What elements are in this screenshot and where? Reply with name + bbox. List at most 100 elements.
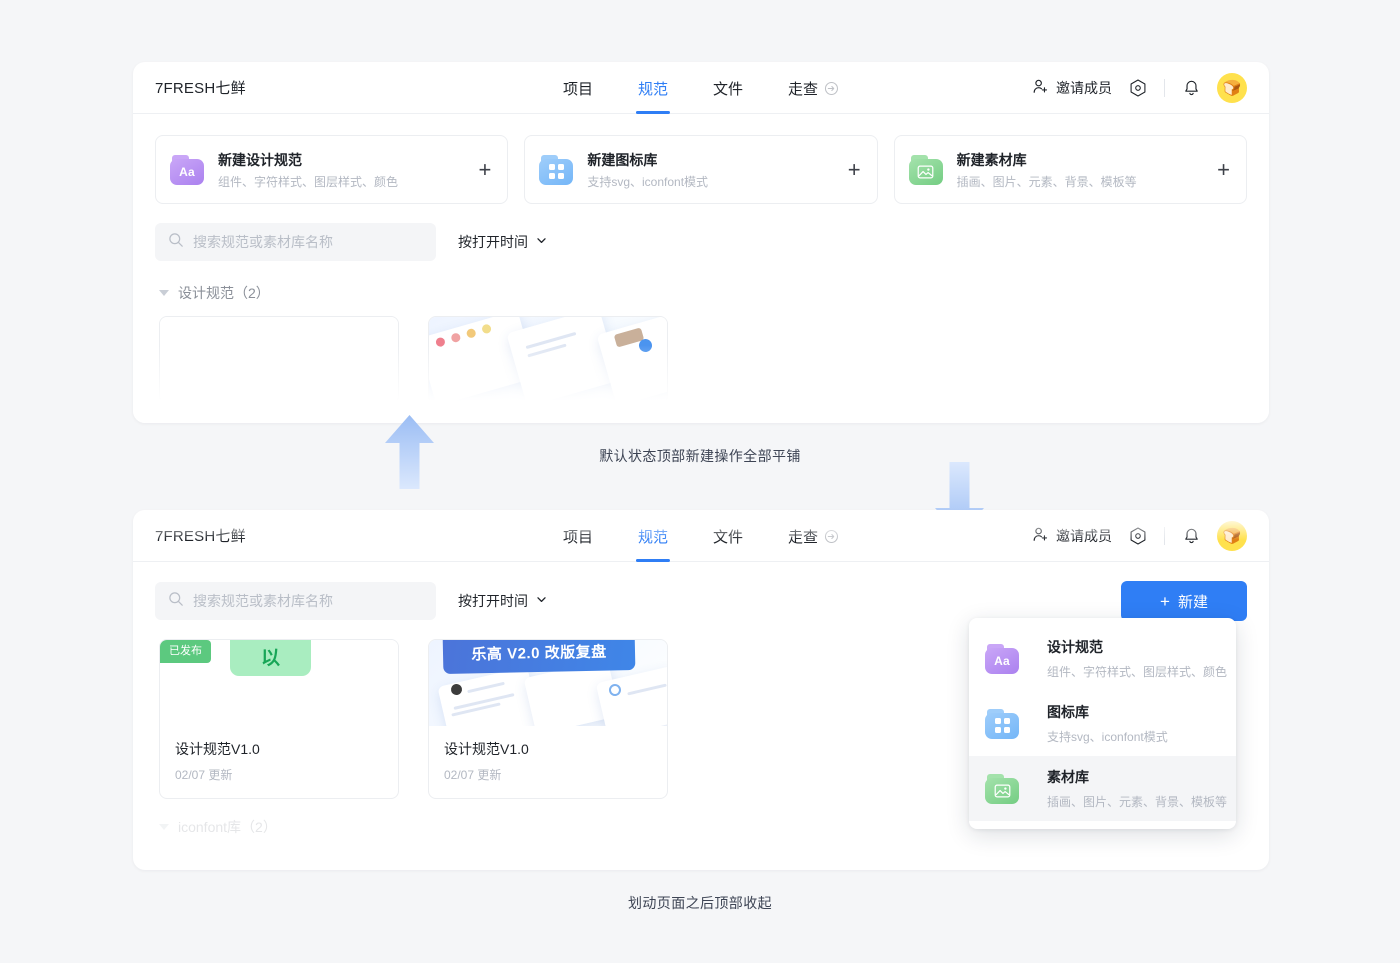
nav-label: 文件 xyxy=(713,80,744,98)
nav-item-specs[interactable]: 规范 xyxy=(638,62,668,114)
brand-title: 7FRESH七鲜 xyxy=(155,80,246,97)
invite-members-button[interactable]: 邀请成员 xyxy=(1032,526,1112,546)
menu-item-asset-library[interactable]: 素材库 插画、图片、元素、背景、模板等 xyxy=(969,756,1236,821)
panel-default-state: 7FRESH七鲜 项目 规范 文件 走查 邀请成员 🍞 Aa 新建设计规范 组件… xyxy=(133,62,1269,423)
avatar[interactable]: 🍞 xyxy=(1217,520,1247,551)
folder-image-icon xyxy=(908,154,943,185)
header-divider xyxy=(1164,78,1165,97)
library-card-date: 02/07 更新 xyxy=(444,768,502,782)
plus-icon[interactable]: + xyxy=(1207,158,1230,181)
sort-label: 按打开时间 xyxy=(458,593,528,609)
hexagon-target-icon[interactable] xyxy=(1126,524,1150,548)
toolbar-top: 按打开时间 xyxy=(133,204,1269,261)
create-card-subtitle: 插画、图片、元素、背景、模板等 xyxy=(956,174,1137,189)
search-box[interactable] xyxy=(155,223,436,261)
thumbnail: 以 已发布 xyxy=(160,640,398,726)
nav-label: 走查 xyxy=(788,80,819,98)
library-card-name: 设计规范V1.0 xyxy=(444,741,529,757)
group-label-text: 设计规范（2） xyxy=(178,285,270,301)
library-cards-clipped xyxy=(133,303,1269,404)
library-card-date: 02/07 更新 xyxy=(175,768,233,782)
menu-item-design-spec[interactable]: Aa 设计规范 组件、字符样式、图层样式、颜色 xyxy=(969,626,1236,691)
nav-item-projects[interactable]: 项目 xyxy=(563,62,593,114)
bell-icon[interactable] xyxy=(1179,524,1203,548)
menu-item-icon-library[interactable]: 图标库 支持svg、iconfont模式 xyxy=(969,691,1236,756)
search-icon xyxy=(168,232,184,253)
nav-label: 文件 xyxy=(713,528,744,546)
thumbnail-banner: 乐高 V2.0 改版复盘 xyxy=(442,640,636,675)
brand-title: 7FRESH七鲜 xyxy=(155,528,246,545)
menu-item-title: 素材库 xyxy=(1047,769,1089,785)
nav-item-files[interactable]: 文件 xyxy=(713,62,743,114)
folder-icon-label: Aa xyxy=(994,653,1010,668)
create-card-design-spec[interactable]: Aa 新建设计规范 组件、字符样式、图层样式、颜色 + xyxy=(155,135,509,204)
create-card-title: 新建图标库 xyxy=(587,151,658,168)
library-card[interactable]: 乐高 V2.0 改版复盘 设计规范V1.0 02/07 更新 xyxy=(428,639,668,799)
sort-selector[interactable]: 按打开时间 xyxy=(458,232,548,252)
thumbnail-label: 以 xyxy=(230,640,311,676)
create-dropdown-menu: Aa 设计规范 组件、字符样式、图层样式、颜色 图标库 支持svg、iconfo… xyxy=(969,618,1236,829)
nav-item-files[interactable]: 文件 xyxy=(713,510,743,562)
folder-icon-label: Aa xyxy=(179,164,195,179)
search-input[interactable] xyxy=(193,593,423,609)
menu-item-subtitle: 组件、字符样式、图层样式、颜色 xyxy=(1047,665,1228,679)
nav-item-projects[interactable]: 项目 xyxy=(563,510,593,562)
caret-down-icon xyxy=(159,824,169,830)
folder-aa-icon: Aa xyxy=(985,643,1019,674)
annotation-top-text: 默认状态顶部新建操作全部平铺 xyxy=(599,448,801,464)
plus-icon[interactable]: + xyxy=(468,158,491,181)
create-card-subtitle: 组件、字符样式、图层样式、颜色 xyxy=(218,174,399,189)
annotation-bottom-text: 划动页面之后顶部收起 xyxy=(628,895,772,911)
sort-label: 按打开时间 xyxy=(458,234,528,250)
main-nav-bottom: 项目 规范 文件 走查 xyxy=(563,510,839,562)
user-add-icon xyxy=(1032,78,1049,98)
chevron-down-icon xyxy=(535,234,548,250)
search-icon xyxy=(168,591,184,612)
arrow-enter-icon xyxy=(824,81,839,96)
chevron-down-icon xyxy=(535,593,548,609)
plus-icon[interactable]: + xyxy=(838,158,861,181)
bell-icon[interactable] xyxy=(1179,76,1203,100)
hexagon-target-icon[interactable] xyxy=(1126,76,1150,100)
create-card-subtitle: 支持svg、iconfont模式 xyxy=(587,174,709,189)
avatar[interactable]: 🍞 xyxy=(1217,72,1247,103)
nav-label: 项目 xyxy=(562,528,593,546)
folder-image-icon xyxy=(985,773,1019,804)
header-divider xyxy=(1164,526,1165,545)
library-card[interactable]: 以 已发布 设计规范V1.0 02/07 更新 xyxy=(159,639,399,799)
search-input[interactable] xyxy=(193,234,423,250)
thumbnail xyxy=(429,317,667,403)
create-card-icon-library[interactable]: 新建图标库 支持svg、iconfont模式 + xyxy=(524,135,878,204)
menu-item-subtitle: 插画、图片、元素、背景、模板等 xyxy=(1047,795,1228,809)
nav-item-review[interactable]: 走查 xyxy=(788,510,839,562)
library-card-name: 设计规范V1.0 xyxy=(175,741,260,757)
nav-item-review[interactable]: 走查 xyxy=(788,62,839,114)
nav-label: 项目 xyxy=(562,80,593,98)
group-header-design-spec[interactable]: 设计规范（2） xyxy=(133,261,1269,303)
avatar-food-emoji: 🍞 xyxy=(1222,527,1242,545)
plus-icon: + xyxy=(1160,591,1170,611)
avatar-food-emoji: 🍞 xyxy=(1222,79,1242,97)
main-nav-top: 项目 规范 文件 走查 xyxy=(563,62,839,114)
nav-item-specs[interactable]: 规范 xyxy=(638,510,668,562)
search-box[interactable] xyxy=(155,582,436,620)
nav-label: 规范 xyxy=(637,80,668,98)
create-card-title: 新建设计规范 xyxy=(218,151,302,168)
header-actions-bottom: 邀请成员 🍞 xyxy=(1032,520,1247,551)
nav-label: 规范 xyxy=(637,528,668,546)
caret-down-icon xyxy=(159,290,169,296)
library-card[interactable] xyxy=(159,316,399,404)
app-header-top: 7FRESH七鲜 项目 规范 文件 走查 邀请成员 🍞 xyxy=(133,62,1269,114)
library-card[interactable] xyxy=(428,316,668,404)
header-actions-top: 邀请成员 🍞 xyxy=(1032,72,1247,103)
invite-members-label: 邀请成员 xyxy=(1056,79,1112,96)
arrow-enter-icon xyxy=(824,529,839,544)
invite-members-button[interactable]: 邀请成员 xyxy=(1032,78,1112,98)
create-card-asset-library[interactable]: 新建素材库 插画、图片、元素、背景、模板等 + xyxy=(893,135,1247,204)
new-button[interactable]: + 新建 xyxy=(1121,581,1247,621)
sort-selector[interactable]: 按打开时间 xyxy=(458,591,548,611)
menu-item-title: 图标库 xyxy=(1047,704,1089,720)
folder-aa-icon: Aa xyxy=(170,154,204,185)
thumbnail-decoration xyxy=(429,317,667,403)
screenshot-stage: 7FRESH七鲜 项目 规范 文件 走查 邀请成员 🍞 Aa 新建设计规范 组件… xyxy=(0,0,1400,963)
